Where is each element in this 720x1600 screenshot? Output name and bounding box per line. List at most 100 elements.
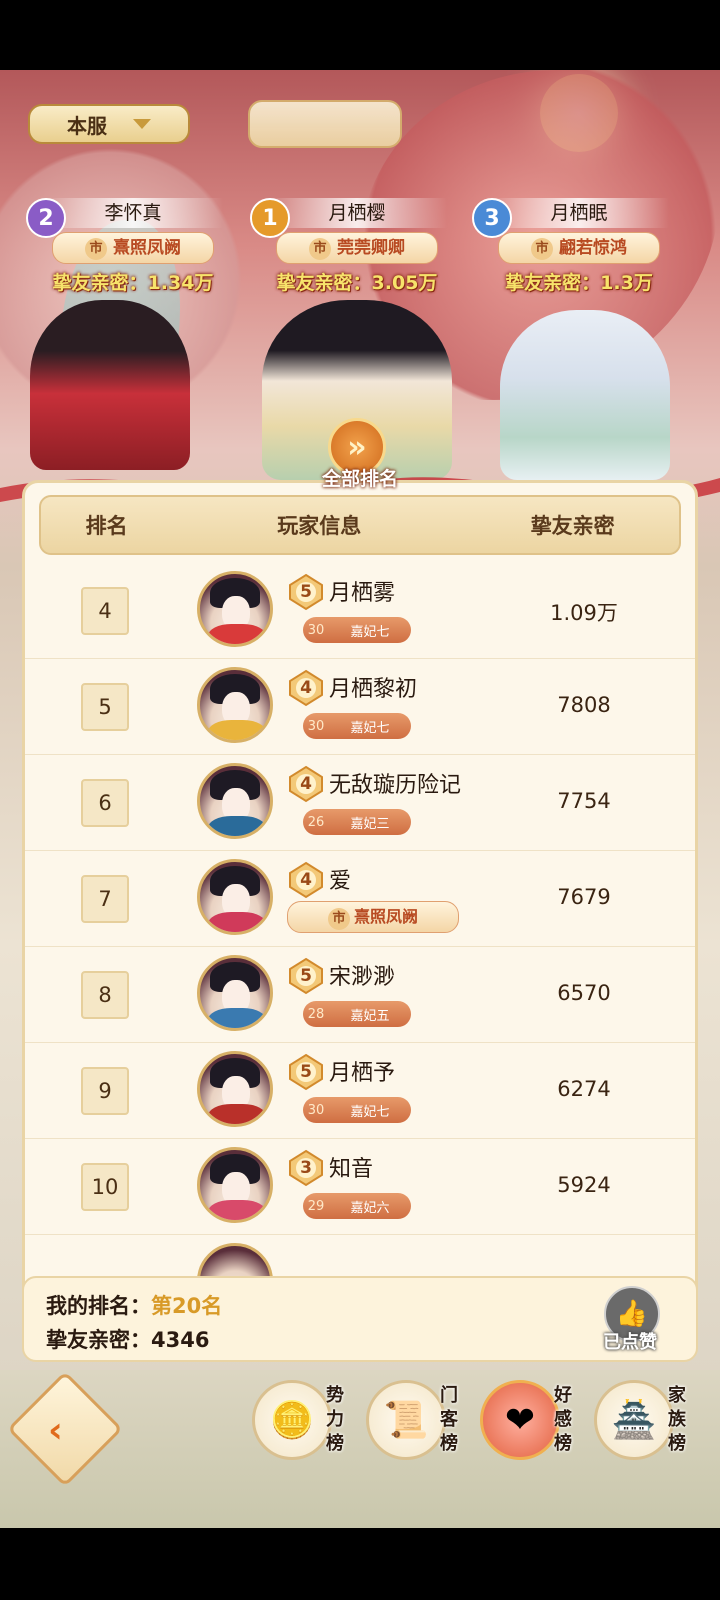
rank-number: 9	[81, 1067, 129, 1115]
player-name: 月栖雾	[329, 581, 396, 606]
column-score: 挚友亲密	[530, 514, 615, 538]
tab-label: 好感榜	[554, 1385, 572, 1454]
header-banner	[248, 100, 402, 148]
table-row[interactable]: 9 5 月栖予 30 嘉妃七 6274	[25, 1043, 695, 1139]
avatar-robe	[208, 1008, 266, 1028]
player-level: 28	[307, 1006, 325, 1022]
chevron-down-icon	[133, 119, 151, 129]
intimacy-score: 7754	[557, 789, 611, 813]
rank-1-badge: 1	[250, 198, 290, 238]
top-rank-3[interactable]: 3 月栖眠 市翩若惊鸿 挚友亲密：1.3万	[468, 198, 690, 295]
avatar[interactable]	[197, 571, 273, 647]
top-rank-2[interactable]: 2 李怀真 市熹照凤阙 挚友亲密：1.34万	[22, 198, 244, 295]
level-number: 5	[300, 966, 312, 986]
player-level: 30	[307, 1102, 325, 1118]
title-text: 莞莞卿卿	[337, 238, 405, 258]
rank-3-badge: 3	[472, 198, 512, 238]
title-text: 熹照凤阙	[353, 907, 418, 926]
top-intimacy: 挚友亲密：3.05万	[276, 272, 438, 294]
level-number: 4	[300, 774, 312, 794]
avatar-robe	[208, 816, 266, 836]
player-name: 月栖黎初	[329, 677, 418, 702]
table-row[interactable]: 10 3 知音 29 嘉妃六 5924	[25, 1139, 695, 1235]
top3-figure	[500, 310, 670, 480]
intimacy-score: 7679	[557, 885, 611, 909]
ingot-icon: 🪙	[252, 1380, 332, 1460]
scroll-icon: 📜	[366, 1380, 446, 1460]
rank-pill: 30 嘉妃七	[303, 617, 411, 643]
rank-number: 5	[81, 683, 129, 731]
table-row[interactable]: 6 4 无敌璇历险记 26 嘉妃三 7754	[25, 755, 695, 851]
tab-label: 势力榜	[326, 1385, 344, 1454]
intimacy-score: 1.09万	[550, 601, 618, 625]
top-player-name: 月栖眠	[489, 198, 669, 228]
title-plate: 市熹照凤阙	[52, 232, 214, 264]
title-tag: 市	[85, 237, 107, 260]
top-intimacy: 挚友亲密：1.34万	[52, 272, 214, 294]
top-player-name: 月栖樱	[267, 198, 447, 228]
avatar-robe	[208, 1104, 266, 1124]
mansion-icon: 🏯	[594, 1380, 674, 1460]
top-player-name: 李怀真	[43, 198, 223, 228]
ranking-list[interactable]: 4 5 月栖雾 30 嘉妃七 1.09万 5 4 月栖黎初 30 嘉妃七 7808 6 4 无敌璇历险记 26…	[25, 563, 695, 1309]
tab-label: 家族榜	[668, 1385, 686, 1454]
server-select-label: 本服	[67, 113, 107, 138]
title-tag: 市	[531, 237, 553, 260]
bottom-bar: ‹ 🪙 势力榜 📜 门客榜 ❤ 好感榜 🏯 家族榜	[0, 1370, 720, 1528]
avatar[interactable]	[197, 667, 273, 743]
table-row[interactable]: 4 5 月栖雾 30 嘉妃七 1.09万	[25, 563, 695, 659]
intimacy-score: 7808	[557, 693, 611, 717]
double-chevron-down-icon: »	[347, 429, 367, 465]
level-number: 4	[300, 678, 312, 698]
level-number: 3	[300, 1158, 312, 1178]
avatar[interactable]	[197, 859, 273, 935]
rank-pill: 26 嘉妃三	[303, 809, 411, 835]
player-rank-class: 嘉妃三	[350, 816, 390, 832]
level-number: 5	[300, 582, 312, 602]
like-button[interactable]: 👍 已点赞	[596, 1286, 666, 1356]
my-rank-bar: 我的排名：第20名 挚友亲密：4346 👍 已点赞	[22, 1276, 698, 1362]
table-row[interactable]: 7 4 爱市熹照凤阙 7679	[25, 851, 695, 947]
table-header: 排名 玩家信息 挚友亲密	[39, 495, 681, 555]
ranking-panel: 排名 玩家信息 挚友亲密 4 5 月栖雾 30 嘉妃七 1.09万 5 4 月栖黎初 30 嘉妃七 7…	[22, 480, 698, 1312]
title-text: 熹照凤阙	[113, 238, 181, 258]
intimacy-score: 5924	[557, 1173, 611, 1197]
top-rank-1[interactable]: 1 月栖樱 市莞莞卿卿 挚友亲密：3.05万	[246, 198, 468, 295]
back-button[interactable]	[7, 1371, 123, 1487]
rank-number: 8	[81, 971, 129, 1019]
heart-icon: ❤	[480, 1380, 560, 1460]
avatar[interactable]	[197, 1051, 273, 1127]
player-rank-class: 嘉妃六	[350, 1200, 390, 1216]
like-label: 已点赞	[603, 1332, 657, 1353]
tab-retainer-rank[interactable]: 📜 门客榜	[366, 1380, 478, 1466]
tab-clan-rank[interactable]: 🏯 家族榜	[594, 1380, 706, 1466]
rank-pill: 28 嘉妃五	[303, 1001, 411, 1027]
player-level: 29	[307, 1198, 325, 1214]
player-name: 知音	[329, 1157, 374, 1182]
tab-power-rank[interactable]: 🪙 势力榜	[252, 1380, 364, 1466]
table-row[interactable]: 8 5 宋渺渺 28 嘉妃五 6570	[25, 947, 695, 1043]
ranking-screen: 本服 2 李怀真 市熹照凤阙 挚友亲密：1.34万 1 月栖樱 市莞莞卿卿 挚友…	[0, 70, 720, 1528]
back-arrow-icon: ‹	[48, 1410, 63, 1451]
level-number: 5	[300, 1062, 312, 1082]
avatar-robe	[208, 912, 266, 932]
player-name: 无敌璇历险记	[329, 773, 462, 798]
rank-pill: 29 嘉妃六	[303, 1193, 411, 1219]
table-row[interactable]: 5 4 月栖黎初 30 嘉妃七 7808	[25, 659, 695, 755]
rank-2-badge: 2	[26, 198, 66, 238]
avatar-robe	[208, 624, 266, 644]
my-score-label: 挚友亲密：	[46, 1328, 151, 1352]
column-player: 玩家信息	[277, 514, 362, 538]
tab-label: 门客榜	[440, 1385, 458, 1454]
player-name: 月栖予	[329, 1061, 396, 1086]
server-select[interactable]: 本服	[28, 104, 190, 144]
tab-favor-rank[interactable]: ❤ 好感榜	[480, 1380, 592, 1466]
player-rank-class: 嘉妃七	[350, 720, 390, 736]
title-plate: 市翩若惊鸿	[498, 232, 660, 264]
avatar[interactable]	[197, 955, 273, 1031]
player-rank-class: 嘉妃七	[350, 1104, 390, 1120]
player-level: 30	[307, 622, 325, 638]
avatar[interactable]	[197, 763, 273, 839]
title-plate: 市熹照凤阙	[287, 901, 459, 933]
avatar[interactable]	[197, 1147, 273, 1223]
